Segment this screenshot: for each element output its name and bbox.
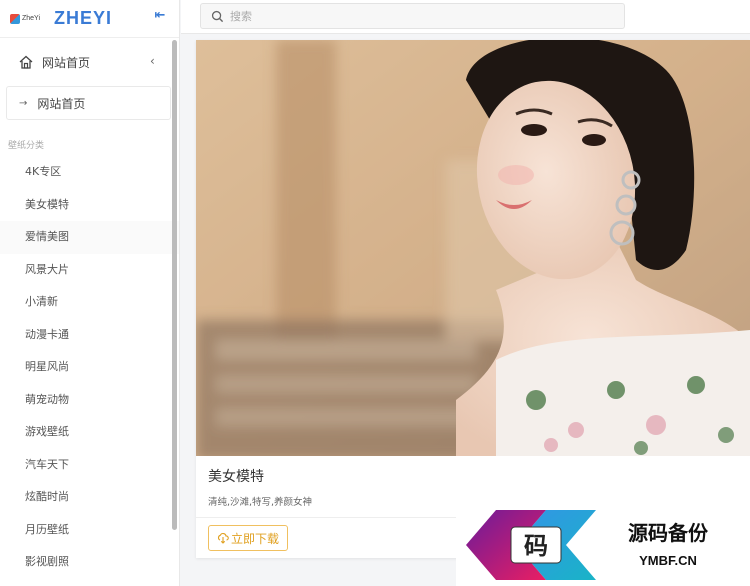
category-item[interactable]: 汽车天下 [0,449,179,482]
sidebar-scrollbar[interactable] [172,40,177,530]
category-item[interactable]: 风景大片 [0,254,179,287]
brand-name: ZHEYI [54,8,113,28]
home-icon [19,55,33,69]
watermark-title: 源码备份 [628,521,709,545]
section-title: 壁纸分类 [8,141,45,151]
category-item[interactable]: 美女模特 [0,189,179,222]
sidebar: ZheYi ZHEYI ⇤ 网站首页 ‹ → 网站首页 壁纸分类 4K专区 美女… [0,0,180,586]
watermark-graphic: 码 源码备份 YMBF.CN [466,510,709,580]
search-icon [211,10,224,22]
category-item[interactable]: 动漫卡通 [0,319,179,352]
category-item[interactable]: 游戏壁纸 [0,416,179,449]
submenu-home[interactable]: → 网站首页 [6,86,171,120]
menu-home[interactable]: 网站首页 ‹ [0,38,179,86]
collapse-sidebar-icon[interactable]: ⇤ [152,8,168,24]
menu-home-label: 网站首页 [42,55,91,70]
search-input[interactable] [230,9,610,23]
card-title[interactable]: 美女模特 [208,466,738,486]
download-button[interactable]: 立即下载 [208,525,289,551]
category-item[interactable]: 萌宠动物 [0,384,179,417]
wallpaper-image[interactable] [196,40,750,456]
category-item[interactable]: 爱情美图 [0,221,179,254]
category-item[interactable]: 4K专区 [0,156,179,189]
app-root: ZheYi ZHEYI ⇤ 网站首页 ‹ → 网站首页 壁纸分类 4K专区 美女… [0,0,750,586]
topbar [181,0,750,34]
category-item[interactable]: 炫酷时尚 [0,481,179,514]
logo-text: ZheYi [22,15,41,22]
logo-mark-icon [10,13,20,24]
photo-illustration [196,40,750,456]
chevron-left-icon: ‹ [150,54,155,68]
watermark-char: 码 [524,531,548,560]
logo: ZheYi [10,12,46,26]
category-item[interactable]: 影视剧照 [0,546,179,579]
wallpaper-card[interactable]: 美女模特 清纯,沙滩,特写,养颜女神 立即下载 [196,40,750,558]
submenu-home-label: 网站首页 [37,96,86,111]
category-item[interactable]: 明星风尚 [0,351,179,384]
category-list: 4K专区 美女模特 爱情美图 风景大片 小清新 动漫卡通 明星风尚 萌宠动物 游… [0,156,179,579]
watermark-domain: YMBF.CN [639,553,697,568]
search-box[interactable] [200,3,625,29]
category-item[interactable]: 小清新 [0,286,179,319]
arrow-right-icon: → [19,97,28,109]
cloud-download-icon [217,532,229,544]
category-item[interactable]: 月历壁纸 [0,514,179,547]
watermark: 码 源码备份 YMBF.CN [456,505,750,586]
download-label: 立即下载 [231,531,280,546]
